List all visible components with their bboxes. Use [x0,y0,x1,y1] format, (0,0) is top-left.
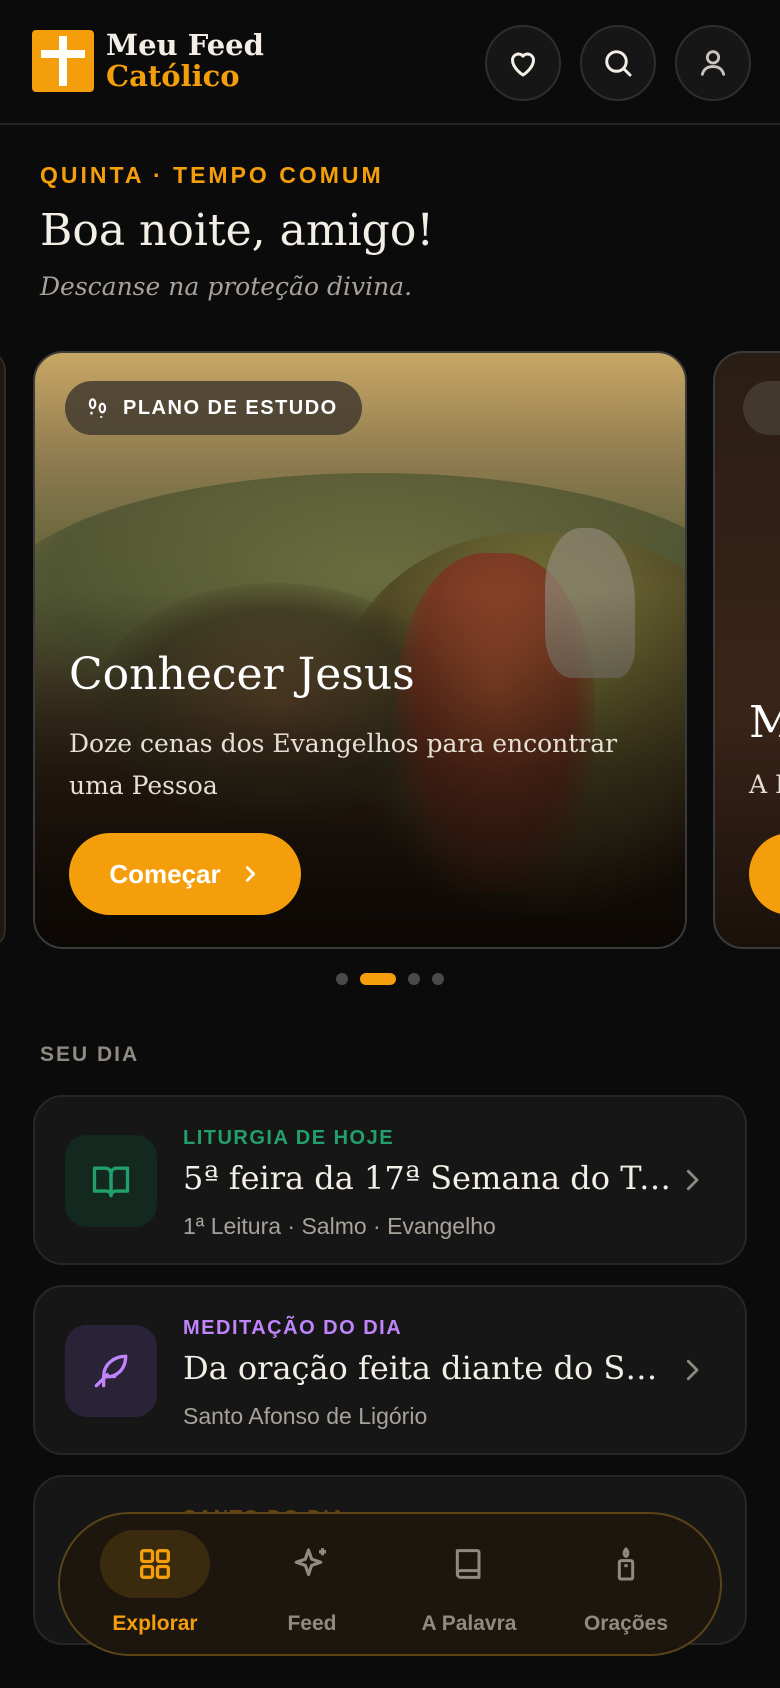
pagination-dot-active[interactable] [360,973,396,985]
greeting-subtitle: Descanse na proteção divina. [40,272,413,301]
nav-icon-wrap [100,1530,210,1598]
chevron-right-icon [686,1169,699,1191]
start-button-label: Começar [109,858,221,889]
liturgy-subtitle: 1ª Leitura · Salmo · Evangelho [183,1213,496,1239]
pagination-dot[interactable] [336,973,348,985]
search-icon [605,50,632,77]
chevron-right-icon [245,866,255,882]
bottom-navigation: Explorar Feed A Palavra Orações [58,1512,722,1656]
brand-name: Meu Feed Católico [106,30,264,92]
feather-icon [94,1354,128,1388]
nav-explorar[interactable]: Explorar [80,1514,230,1658]
book-open-icon [92,1166,130,1198]
user-icon [700,50,726,76]
app-header: Meu Feed Católico [0,0,780,125]
meditation-icon-tile [65,1325,157,1417]
footprints-icon [88,398,107,418]
greeting-title: Boa noite, amigo! [40,205,435,256]
nav-a-palavra[interactable]: A Palavra [394,1514,544,1658]
nav-icon-wrap [571,1530,681,1598]
carousel-card-study-plan[interactable]: PLANO DE ESTUDO Conhecer Jesus Doze cena… [33,351,687,949]
next-card-badge [743,381,780,435]
liturgy-kicker: LITURGIA DE HOJE [183,1127,395,1149]
pagination-dot[interactable] [408,973,420,985]
cross-logo-icon [32,30,94,92]
sparkles-icon [294,1548,326,1577]
liturgical-season: QUINTA · TEMPO COMUM [40,162,384,188]
next-card-title: M [749,697,780,748]
next-card-description: A I [749,770,780,799]
liturgy-icon-tile [65,1135,157,1227]
nav-icon-wrap [257,1530,367,1598]
card-title: Conhecer Jesus [69,649,415,700]
nav-label: Explorar [112,1612,198,1635]
section-label-your-day: SEU DIA [40,1043,140,1066]
card-description: Doze cenas dos Evangelhos para encontrar… [69,729,618,800]
profile-button[interactable] [675,25,751,101]
carousel-card-previous[interactable] [0,352,6,948]
nav-label: A Palavra [421,1612,517,1635]
carousel-card-next[interactable]: M A I [713,351,780,949]
badge-label: PLANO DE ESTUDO [123,396,338,419]
meditation-title: Da oração feita diante do San... [183,1349,673,1387]
brand-line2: Católico [106,59,240,93]
search-button[interactable] [580,25,656,101]
brand-line1: Meu Feed [106,28,264,62]
heart-icon [511,52,535,77]
nav-label: Orações [583,1612,669,1635]
meditation-card[interactable]: MEDITAÇÃO DO DIA Da oração feita diante … [33,1285,747,1455]
chevron-right-icon [686,1359,699,1381]
grid-icon [140,1549,170,1579]
favorites-button[interactable] [485,25,561,101]
carousel-pagination [0,973,780,985]
candle-icon [617,1547,635,1581]
nav-oracoes[interactable]: Orações [551,1514,701,1658]
nav-icon-wrap [414,1530,524,1598]
bible-icon [455,1549,481,1579]
start-button[interactable]: Começar [69,833,301,915]
next-card-button[interactable] [749,833,780,915]
meditation-kicker: MEDITAÇÃO DO DIA [183,1317,403,1339]
study-plan-badge: PLANO DE ESTUDO [65,381,362,435]
liturgy-card[interactable]: LITURGIA DE HOJE 5ª feira da 17ª Semana … [33,1095,747,1265]
nav-label: Feed [287,1612,337,1635]
nav-feed[interactable]: Feed [237,1514,387,1658]
pagination-dot[interactable] [432,973,444,985]
meditation-subtitle: Santo Afonso de Ligório [183,1403,428,1429]
liturgy-title: 5ª feira da 17ª Semana do Te... [183,1159,673,1197]
